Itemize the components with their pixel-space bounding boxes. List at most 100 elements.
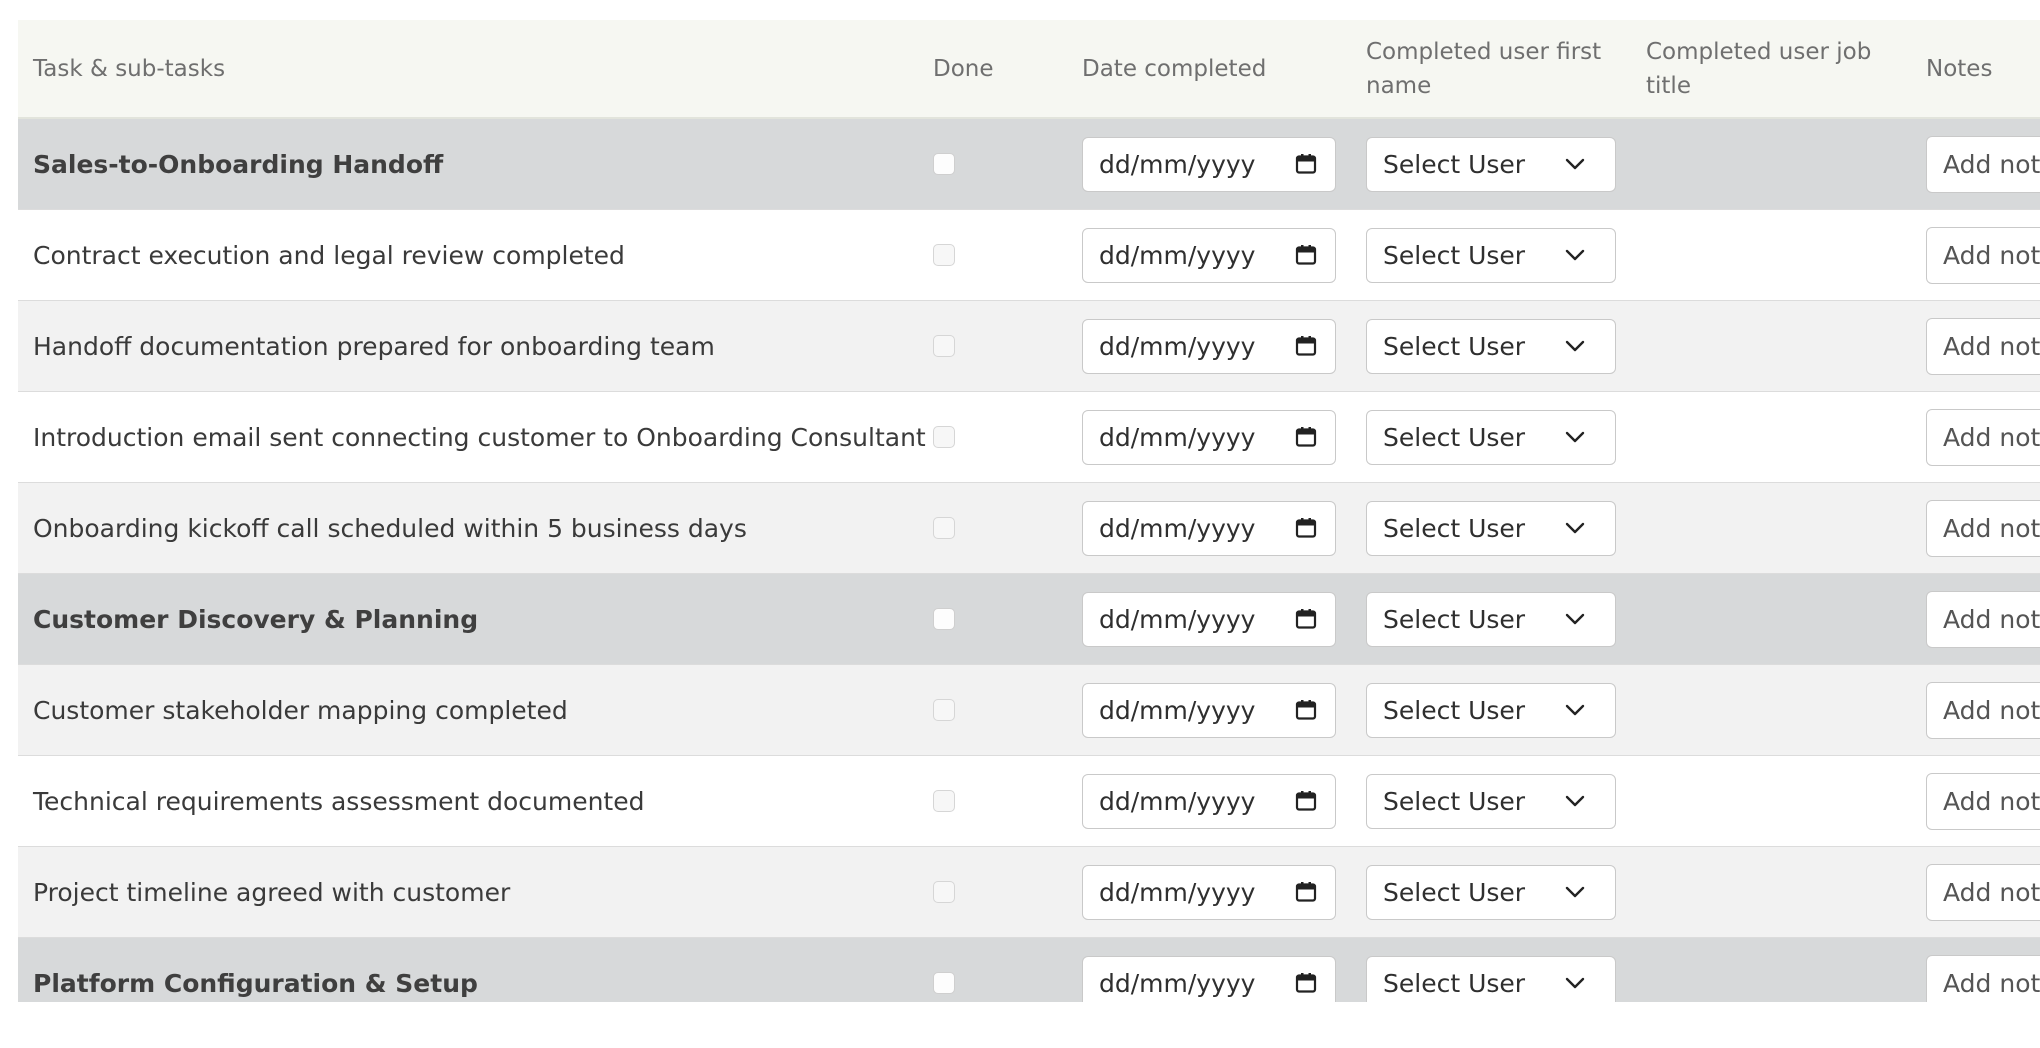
chevron-down-icon <box>1565 704 1585 716</box>
calendar-icon[interactable] <box>1295 881 1317 903</box>
select-user-dropdown[interactable]: Select User <box>1366 227 1616 283</box>
notes-input[interactable] <box>1926 408 2040 466</box>
user-cell: Select User <box>1366 227 1646 283</box>
user-cell: Select User <box>1366 864 1646 920</box>
task-cell: Project timeline agreed with customer <box>18 878 933 907</box>
select-user-dropdown[interactable]: Select User <box>1366 591 1616 647</box>
header-task: Task & sub-tasks <box>33 55 226 82</box>
task-label: Onboarding kickoff call scheduled within… <box>33 513 747 543</box>
done-cell <box>933 608 1082 630</box>
task-label: Project timeline agreed with customer <box>33 877 511 907</box>
done-checkbox[interactable] <box>933 608 955 630</box>
notes-input[interactable] <box>1926 954 2040 1002</box>
task-label: Handoff documentation prepared for onboa… <box>33 331 715 361</box>
notes-cell <box>1926 590 2040 648</box>
chevron-down-icon <box>1565 886 1585 898</box>
date-completed-input[interactable]: dd/mm/yyyy <box>1082 864 1336 920</box>
select-user-dropdown[interactable]: Select User <box>1366 864 1616 920</box>
notes-input[interactable] <box>1926 135 2040 193</box>
calendar-icon[interactable] <box>1295 335 1317 357</box>
date-completed-input[interactable]: dd/mm/yyyy <box>1082 500 1336 556</box>
done-checkbox[interactable] <box>933 790 955 812</box>
chevron-down-icon <box>1565 613 1585 625</box>
date-completed-input[interactable]: dd/mm/yyyy <box>1082 682 1336 738</box>
date-completed-input[interactable]: dd/mm/yyyy <box>1082 955 1336 1002</box>
calendar-icon[interactable] <box>1295 608 1317 630</box>
done-checkbox[interactable] <box>933 517 955 539</box>
date-placeholder: dd/mm/yyyy <box>1099 877 1256 907</box>
done-checkbox[interactable] <box>933 881 955 903</box>
table-row: Project timeline agreed with customer dd… <box>18 847 2040 938</box>
table-row: Handoff documentation prepared for onboa… <box>18 301 2040 392</box>
header-done: Done <box>933 55 994 82</box>
date-cell: dd/mm/yyyy <box>1082 682 1366 738</box>
notes-cell <box>1926 772 2040 830</box>
notes-input[interactable] <box>1926 863 2040 921</box>
select-user-dropdown[interactable]: Select User <box>1366 500 1616 556</box>
user-cell: Select User <box>1366 500 1646 556</box>
calendar-icon[interactable] <box>1295 153 1317 175</box>
date-cell: dd/mm/yyyy <box>1082 318 1366 374</box>
done-checkbox[interactable] <box>933 699 955 721</box>
header-completed-user-job-title: Completed user job title <box>1646 38 1872 99</box>
select-user-dropdown[interactable]: Select User <box>1366 682 1616 738</box>
select-user-dropdown[interactable]: Select User <box>1366 409 1616 465</box>
calendar-icon[interactable] <box>1295 517 1317 539</box>
notes-cell <box>1926 681 2040 739</box>
done-checkbox[interactable] <box>933 153 955 175</box>
date-cell: dd/mm/yyyy <box>1082 955 1366 1002</box>
chevron-down-icon <box>1565 795 1585 807</box>
done-cell <box>933 335 1082 357</box>
select-user-dropdown[interactable]: Select User <box>1366 136 1616 192</box>
notes-input[interactable] <box>1926 226 2040 284</box>
date-completed-input[interactable]: dd/mm/yyyy <box>1082 136 1336 192</box>
header-date-completed: Date completed <box>1082 55 1267 82</box>
select-user-value: Select User <box>1383 877 1526 907</box>
done-checkbox[interactable] <box>933 426 955 448</box>
done-cell <box>933 426 1082 448</box>
select-user-value: Select User <box>1383 422 1526 452</box>
notes-input[interactable] <box>1926 681 2040 739</box>
date-placeholder: dd/mm/yyyy <box>1099 331 1256 361</box>
table-row: Introduction email sent connecting custo… <box>18 392 2040 483</box>
notes-input[interactable] <box>1926 317 2040 375</box>
table-row: Technical requirements assessment docume… <box>18 756 2040 847</box>
notes-input[interactable] <box>1926 772 2040 830</box>
calendar-icon[interactable] <box>1295 699 1317 721</box>
user-cell: Select User <box>1366 773 1646 829</box>
notes-cell <box>1926 863 2040 921</box>
done-cell <box>933 244 1082 266</box>
done-checkbox[interactable] <box>933 244 955 266</box>
date-placeholder: dd/mm/yyyy <box>1099 422 1256 452</box>
done-cell <box>933 699 1082 721</box>
select-user-value: Select User <box>1383 331 1526 361</box>
table-row: Sales-to-Onboarding Handoff dd/mm/yyyy S… <box>18 119 2040 210</box>
select-user-dropdown[interactable]: Select User <box>1366 773 1616 829</box>
done-cell <box>933 790 1082 812</box>
date-completed-input[interactable]: dd/mm/yyyy <box>1082 227 1336 283</box>
select-user-value: Select User <box>1383 149 1526 179</box>
checklist-viewport: Task & sub-tasks Done Date completed Com… <box>0 0 2040 1002</box>
done-checkbox[interactable] <box>933 335 955 357</box>
date-completed-input[interactable]: dd/mm/yyyy <box>1082 773 1336 829</box>
done-checkbox[interactable] <box>933 972 955 994</box>
table-row: Customer Discovery & Planning dd/mm/yyyy… <box>18 574 2040 665</box>
chevron-down-icon <box>1565 522 1585 534</box>
table-row: Contract execution and legal review comp… <box>18 210 2040 301</box>
date-completed-input[interactable]: dd/mm/yyyy <box>1082 318 1336 374</box>
notes-input[interactable] <box>1926 499 2040 557</box>
select-user-dropdown[interactable]: Select User <box>1366 955 1616 1002</box>
date-completed-input[interactable]: dd/mm/yyyy <box>1082 409 1336 465</box>
calendar-icon[interactable] <box>1295 244 1317 266</box>
calendar-icon[interactable] <box>1295 790 1317 812</box>
select-user-value: Select User <box>1383 695 1526 725</box>
task-label: Contract execution and legal review comp… <box>33 240 625 270</box>
calendar-icon[interactable] <box>1295 972 1317 994</box>
date-completed-input[interactable]: dd/mm/yyyy <box>1082 591 1336 647</box>
chevron-down-icon <box>1565 249 1585 261</box>
notes-input[interactable] <box>1926 590 2040 648</box>
calendar-icon[interactable] <box>1295 426 1317 448</box>
select-user-value: Select User <box>1383 604 1526 634</box>
chevron-down-icon <box>1565 340 1585 352</box>
select-user-dropdown[interactable]: Select User <box>1366 318 1616 374</box>
